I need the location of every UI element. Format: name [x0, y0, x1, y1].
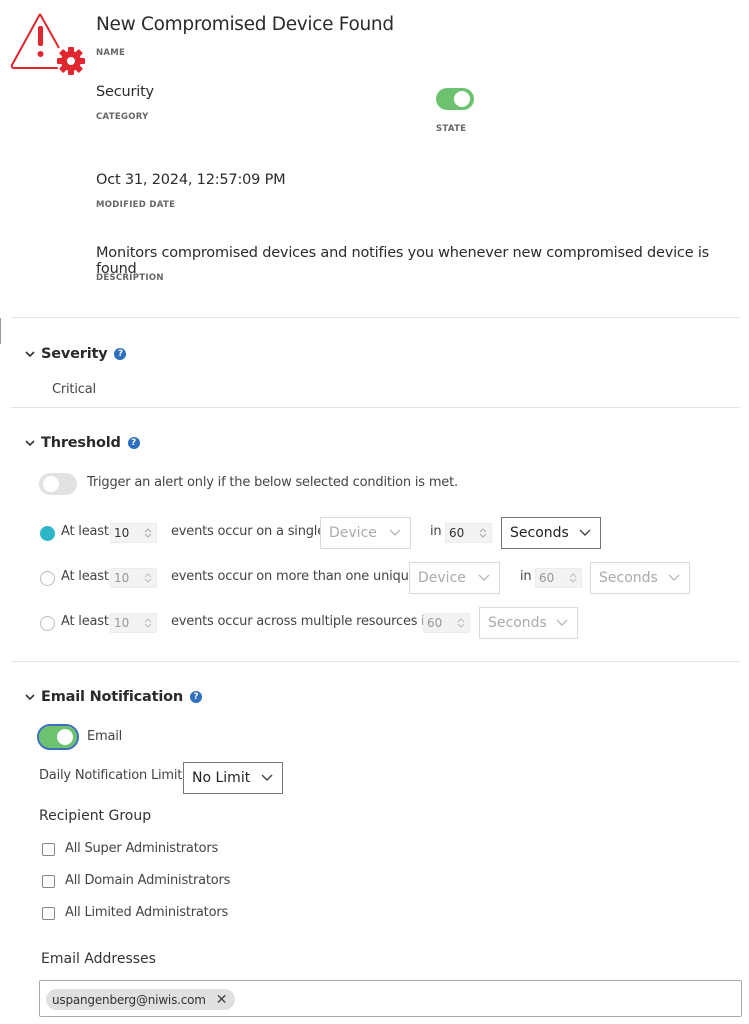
threshold-section-header[interactable]: Threshold ?	[24, 435, 140, 451]
resource-select[interactable]: Device	[409, 562, 500, 594]
duration-value: 60	[449, 526, 465, 540]
divider	[11, 317, 740, 318]
condition-text: events occur across multiple resources i…	[171, 614, 433, 629]
divider	[11, 661, 740, 662]
at-least-label: At least	[61, 614, 109, 629]
in-label: in	[520, 569, 532, 584]
chevron-down-icon	[668, 574, 680, 581]
category-label: CATEGORY	[96, 112, 149, 122]
duration-stepper[interactable]: 60	[423, 613, 470, 633]
event-count-value: 10	[114, 526, 130, 540]
checkbox-domain-admins[interactable]	[42, 875, 55, 888]
at-least-label: At least	[61, 569, 109, 584]
event-count-stepper[interactable]: 10	[110, 613, 157, 633]
threshold-radio-multiple[interactable]	[40, 616, 55, 631]
description-value: Monitors compromised devices and notifie…	[96, 245, 710, 277]
stepper-arrows-icon[interactable]	[144, 617, 152, 629]
recipient-group-label: Recipient Group	[39, 808, 152, 824]
description-label: DESCRIPTION	[96, 273, 164, 283]
threshold-radio-single[interactable]	[40, 526, 55, 541]
threshold-radio-unique[interactable]	[40, 571, 55, 586]
alert-triangle-gear-icon	[9, 10, 87, 76]
time-unit-select[interactable]: Seconds	[479, 607, 578, 639]
state-toggle[interactable]	[436, 88, 474, 110]
stepper-arrows-icon[interactable]	[457, 617, 465, 629]
time-unit-value: Seconds	[510, 525, 569, 541]
chevron-down-icon	[25, 440, 35, 447]
modified-date-label: MODIFIED DATE	[96, 200, 176, 210]
email-notification-title: Email Notification	[41, 689, 184, 705]
toggle-knob	[43, 476, 59, 492]
chevron-down-icon	[25, 694, 35, 701]
email-chip: uspangenberg@niwis.com ✕	[46, 989, 236, 1010]
severity-title: Severity	[41, 346, 108, 362]
event-count-value: 10	[114, 616, 130, 630]
event-count-stepper[interactable]: 10	[110, 568, 157, 588]
duration-value: 60	[427, 616, 443, 630]
duration-value: 60	[539, 571, 555, 585]
scroll-marker	[0, 318, 1, 344]
chevron-down-icon	[478, 574, 490, 581]
help-icon[interactable]: ?	[127, 437, 140, 449]
name-label: NAME	[96, 48, 126, 58]
event-count-stepper[interactable]: 10	[110, 523, 157, 543]
help-icon[interactable]: ?	[190, 691, 203, 703]
toggle-knob	[57, 729, 73, 745]
condition-text: events occur on more than one unique	[171, 569, 417, 584]
duration-stepper[interactable]: 60	[535, 568, 582, 588]
resource-select-value: Device	[418, 570, 466, 586]
stepper-arrows-icon[interactable]	[144, 527, 152, 539]
toggle-knob	[454, 91, 470, 107]
resource-select-value: Device	[329, 525, 377, 541]
email-toggle-label: Email	[87, 729, 123, 744]
recipient-group-option: All Super Administrators	[65, 841, 219, 856]
alert-name: New Compromised Device Found	[96, 14, 394, 35]
time-unit-select[interactable]: Seconds	[501, 517, 601, 549]
chevron-down-icon	[261, 774, 273, 781]
daily-limit-label: Daily Notification Limit	[39, 768, 183, 783]
help-icon[interactable]: ?	[114, 348, 127, 360]
email-toggle[interactable]	[37, 724, 79, 750]
category-value: Security	[96, 84, 154, 100]
time-unit-value: Seconds	[488, 615, 547, 631]
divider	[11, 407, 740, 408]
recipient-group-option: All Limited Administrators	[65, 905, 229, 920]
modified-date-value: Oct 31, 2024, 12:57:09 PM	[96, 172, 286, 188]
stepper-arrows-icon[interactable]	[479, 527, 487, 539]
event-count-value: 10	[114, 571, 130, 585]
checkbox-limited-admins[interactable]	[42, 907, 55, 920]
email-addresses-input[interactable]: uspangenberg@niwis.com ✕	[39, 980, 742, 1017]
email-chip-text: uspangenberg@niwis.com	[52, 992, 206, 1007]
condition-text: events occur on a single	[171, 524, 326, 539]
time-unit-value: Seconds	[599, 570, 658, 586]
stepper-arrows-icon[interactable]	[569, 572, 577, 584]
close-icon[interactable]: ✕	[216, 993, 228, 1007]
threshold-toggle-label: Trigger an alert only if the below selec…	[87, 475, 458, 490]
in-label: in	[430, 524, 442, 539]
resource-select[interactable]: Device	[320, 517, 411, 549]
threshold-title: Threshold	[41, 435, 121, 451]
email-notification-section-header[interactable]: Email Notification ?	[24, 689, 203, 705]
severity-section-header[interactable]: Severity ?	[24, 346, 127, 362]
checkbox-super-admins[interactable]	[42, 843, 55, 856]
recipient-group-option: All Domain Administrators	[65, 873, 231, 888]
duration-stepper[interactable]: 60	[445, 523, 492, 543]
state-label: STATE	[436, 124, 467, 134]
daily-limit-value: No Limit	[192, 770, 251, 786]
threshold-condition-toggle[interactable]	[39, 473, 77, 495]
at-least-label: At least	[61, 524, 109, 539]
chevron-down-icon	[556, 619, 568, 626]
stepper-arrows-icon[interactable]	[144, 572, 152, 584]
chevron-down-icon	[579, 529, 591, 536]
time-unit-select[interactable]: Seconds	[590, 562, 690, 594]
email-addresses-label: Email Addresses	[41, 951, 156, 967]
chevron-down-icon	[389, 529, 401, 536]
daily-limit-select[interactable]: No Limit	[183, 762, 283, 794]
chevron-down-icon	[25, 351, 35, 358]
severity-value: Critical	[52, 382, 96, 397]
